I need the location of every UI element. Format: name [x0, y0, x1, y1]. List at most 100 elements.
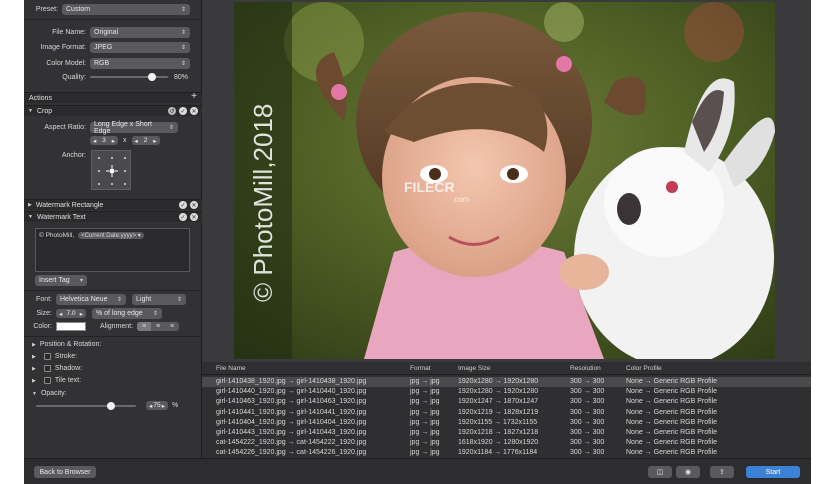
close-icon[interactable]: ✕: [190, 213, 198, 221]
align-right-icon[interactable]: ≡: [165, 322, 179, 331]
font-select[interactable]: Helvetica Neue ⇕: [56, 294, 126, 305]
compare-icon: ◫: [656, 469, 664, 476]
chevron-down-icon: ▾: [137, 233, 141, 239]
column-header[interactable]: Image Size: [458, 365, 491, 372]
color-swatch[interactable]: [56, 322, 86, 331]
date-tag-token[interactable]: <Current Date:yyyy> ▾: [78, 232, 144, 239]
triangle-right-icon[interactable]: ▶: [32, 378, 36, 384]
watermark-text-header[interactable]: ▼ Watermark Text ✓ ✕: [24, 211, 202, 222]
stepper-left-icon[interactable]: ◂: [135, 137, 138, 145]
stepper-left-icon[interactable]: ◂: [93, 137, 96, 145]
position-rotation-row[interactable]: ▶ Position & Rotation:: [28, 341, 101, 348]
file-name-row: File Name: Original ⇕: [24, 27, 202, 38]
checkmark-icon[interactable]: ✓: [179, 201, 187, 209]
tile-text-row[interactable]: ▶ Tile text:: [28, 377, 81, 384]
triangle-right-icon[interactable]: ▶: [28, 202, 32, 208]
table-row[interactable]: cat-1454226_1920.jpg → cat-1454226_1920.…: [202, 448, 811, 458]
watermark-text-field[interactable]: © PhotoMill, <Current Date:yyyy> ▾: [35, 228, 190, 272]
size-unit-select[interactable]: % of long edge ⇕: [92, 308, 162, 319]
opacity-stepper[interactable]: ◂ 75 ▸: [146, 401, 168, 410]
stepper-left-icon[interactable]: ◂: [59, 310, 62, 318]
slider-knob[interactable]: [107, 401, 115, 410]
triangle-right-icon[interactable]: ▶: [32, 354, 36, 360]
stepper-left-icon[interactable]: ◂: [149, 402, 152, 410]
aspect-ratio-select[interactable]: Long Edge x Short Edge ⇕: [90, 121, 178, 135]
table-row[interactable]: girl-1410463_1920.jpg → girl-1410463_192…: [202, 397, 811, 407]
stepper-right-icon[interactable]: ▸: [162, 402, 165, 410]
color-model-select[interactable]: RGB ⇕: [90, 58, 190, 69]
close-icon[interactable]: ✕: [190, 107, 198, 115]
column-header[interactable]: Format: [410, 365, 431, 372]
table-row[interactable]: girl-1410441_1920.jpg → girl-1410441_192…: [202, 408, 811, 418]
column-header[interactable]: File Name: [216, 365, 246, 372]
opacity-header-row[interactable]: ▼ Opacity:: [28, 390, 67, 397]
triangle-down-icon[interactable]: ▼: [28, 214, 33, 220]
image-format-select[interactable]: JPEG ⇕: [90, 42, 190, 53]
table-cell: 300 → 300: [570, 378, 605, 385]
preset-select[interactable]: Custom ⇕: [62, 4, 190, 15]
stepper-right-icon[interactable]: ▸: [80, 310, 83, 318]
date-tag-label: <Current Date:yyyy>: [81, 233, 137, 239]
insert-tag-button[interactable]: Insert Tag ▾: [35, 275, 87, 286]
triangle-right-icon[interactable]: ▶: [32, 366, 36, 372]
shadow-checkbox[interactable]: [43, 365, 51, 372]
table-cell: 300 → 300: [570, 449, 605, 457]
tile-text-checkbox[interactable]: [43, 377, 51, 384]
table-row[interactable]: girl-1410440_1920.jpg → girl-1410440_192…: [202, 387, 811, 397]
ratio-row: ◂ 3 ▸ x ◂ 2 ▸: [90, 136, 160, 145]
column-header[interactable]: Resolution: [570, 365, 601, 372]
align-center-icon[interactable]: ≡: [151, 322, 165, 331]
shadow-row[interactable]: ▶ Shadow:: [28, 365, 82, 372]
compare-button[interactable]: ◫: [648, 466, 672, 478]
font-weight-select[interactable]: Light ⇕: [132, 294, 186, 305]
table-cell: jpg → jpg: [410, 388, 440, 396]
reset-icon[interactable]: ↺: [168, 107, 176, 115]
table-row[interactable]: girl-1410438_1920.jpg → girl-1410438_192…: [202, 377, 811, 387]
stroke-row[interactable]: ▶ Stroke:: [28, 353, 77, 360]
share-button[interactable]: ⇪: [710, 466, 734, 478]
file-name-value: Original: [94, 29, 119, 36]
divider: [24, 290, 202, 291]
preset-row: Preset: Custom ⇕: [24, 4, 202, 15]
triangle-down-icon[interactable]: ▼: [32, 391, 37, 397]
preview-image[interactable]: © PhotoMill,2018 FILECR .com: [234, 2, 775, 359]
stepper-right-icon[interactable]: ▸: [153, 137, 156, 145]
table-cell: jpg → jpg: [410, 378, 440, 385]
anchor-grid[interactable]: [91, 150, 131, 190]
alignment-segmented[interactable]: ≡ ≡ ≡: [137, 322, 180, 331]
table-row[interactable]: girl-1410443_1920.jpg → girl-1410443_192…: [202, 428, 811, 438]
watermark-rectangle-header[interactable]: ▶ Watermark Rectangle ✓ ✕: [24, 199, 202, 210]
alignment-label: Alignment:: [100, 323, 134, 330]
ratio-a-stepper[interactable]: ◂ 3 ▸: [90, 136, 118, 145]
back-to-browser-button[interactable]: Back to Browser: [34, 466, 96, 478]
size-stepper[interactable]: ◂ 7.0 ▸: [56, 309, 86, 318]
checkmark-icon[interactable]: ✓: [179, 107, 187, 115]
table-cell: 1920x1219 → 1828x1219: [458, 408, 539, 416]
crop-section-header[interactable]: ▼ Crop ↺ ✓ ✕: [24, 105, 202, 116]
color-alignment-row: Color: Alignment: ≡ ≡ ≡: [24, 322, 180, 331]
stepper-right-icon[interactable]: ▸: [112, 137, 115, 145]
preview-button[interactable]: ◉: [676, 466, 700, 478]
add-action-button[interactable]: +: [191, 91, 197, 102]
ratio-separator: x: [123, 137, 127, 144]
stroke-checkbox[interactable]: [43, 353, 51, 360]
table-row[interactable]: girl-1410404_1920.jpg → girl-1410404_192…: [202, 418, 811, 428]
file-name-select[interactable]: Original ⇕: [90, 27, 190, 38]
start-button[interactable]: Start: [746, 466, 800, 478]
opacity-slider[interactable]: [36, 401, 136, 410]
close-icon[interactable]: ✕: [190, 201, 198, 209]
checkmark-icon[interactable]: ✓: [179, 213, 187, 221]
column-header[interactable]: Color Profile: [626, 365, 662, 372]
align-left-icon[interactable]: ≡: [137, 322, 152, 331]
app-window: Preset: Custom ⇕ File Name: Original ⇕ I…: [24, 0, 811, 484]
size-row: Size: ◂ 7.0 ▸ % of long edge ⇕: [24, 308, 162, 319]
quality-slider[interactable]: [90, 73, 168, 81]
table-row[interactable]: cat-1454222_1920.jpg → cat-1454222_1920.…: [202, 438, 811, 448]
ratio-b-stepper[interactable]: ◂ 2 ▸: [131, 136, 160, 145]
image-format-row: Image Format: JPEG ⇕: [24, 42, 202, 53]
triangle-right-icon[interactable]: ▶: [32, 342, 36, 348]
slider-knob[interactable]: [148, 73, 157, 81]
table-cell: 300 → 300: [570, 429, 605, 436]
triangle-down-icon[interactable]: ▼: [28, 108, 33, 114]
bottom-toolbar: Back to Browser ◫ ◉ ⇪ Start: [24, 458, 811, 484]
